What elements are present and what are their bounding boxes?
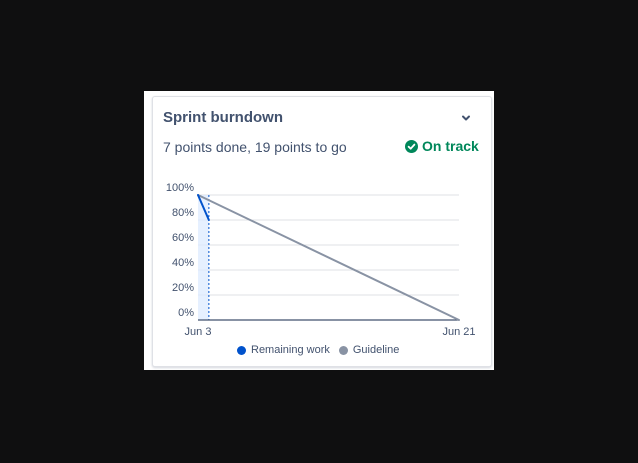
y-tick-label: 100%: [166, 182, 194, 194]
legend-item-remaining-work: Remaining work: [237, 344, 330, 356]
legend-label-remaining-work: Remaining work: [251, 344, 330, 356]
y-tick-label: 40%: [172, 257, 194, 269]
legend-dot-guideline: [338, 345, 348, 355]
guideline-line: [197, 194, 460, 321]
chart-legend: Remaining work Guideline: [237, 344, 408, 356]
y-tick-label: 0%: [178, 307, 194, 319]
x-tick-label: Jun 21: [442, 326, 475, 338]
sprint-burndown-card: Sprint burndown 7 points done, 19 points…: [152, 96, 492, 367]
burndown-chart: 0% 20% 40% 60% 80% 100% Jun 3 Jun 21: [166, 182, 476, 338]
x-tick-label: Jun 3: [185, 326, 212, 338]
y-tick-label: 60%: [172, 232, 194, 244]
legend-dot-remaining-work: [237, 345, 246, 355]
y-tick-label: 20%: [172, 282, 194, 294]
legend-item-guideline: Guideline: [338, 344, 400, 356]
legend-label-guideline: Guideline: [352, 344, 400, 356]
burndown-panel: Sprint burndown 7 points done, 19 points…: [144, 91, 494, 370]
y-tick-label: 80%: [172, 207, 194, 219]
